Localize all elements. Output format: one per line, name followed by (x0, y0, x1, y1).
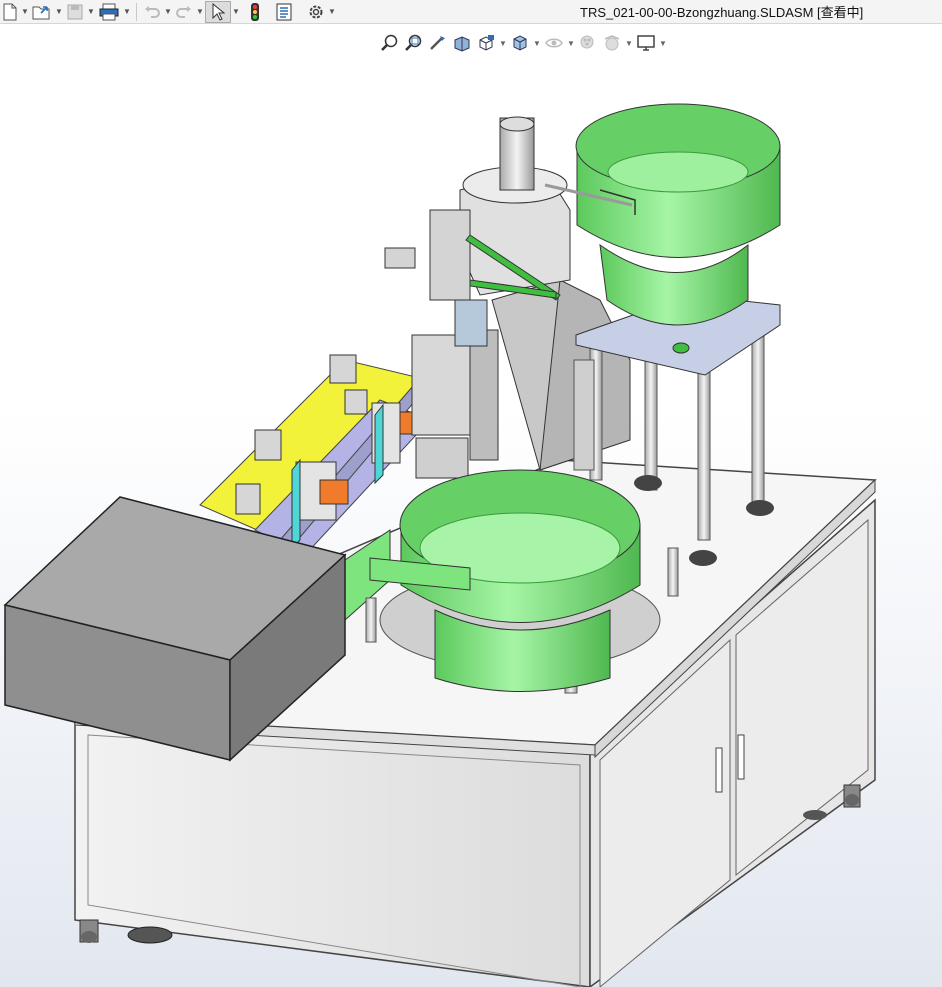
rebuild-traffic-light-icon (251, 2, 259, 21)
options-dropdown[interactable]: ▼ (327, 1, 337, 23)
new-document-dropdown[interactable]: ▼ (20, 1, 30, 23)
document-title: TRS_021-00-00-Bzongzhuang.SLDASM [查看中] (580, 5, 864, 20)
file-properties-button[interactable] (273, 1, 295, 23)
leveling-foot (634, 475, 662, 491)
new-document-icon (3, 3, 17, 20)
redo-icon (176, 5, 191, 18)
print-icon (99, 3, 119, 20)
main-toolbar: ▼ ▼ ▼ ▼ ▼ ▼ ▼ ▼ TRS_021-00-00-Bzongzhuan… (0, 0, 942, 24)
open-dropdown[interactable]: ▼ (54, 1, 64, 23)
toolbar-separator (136, 2, 137, 21)
new-document-button[interactable] (0, 1, 20, 23)
caster-wheel (843, 784, 861, 808)
redo-button[interactable] (173, 1, 195, 23)
leveling-foot (689, 550, 717, 566)
caster-wheel (127, 926, 173, 944)
options-button[interactable] (305, 1, 327, 23)
options-gear-icon (309, 5, 323, 18)
print-button[interactable] (96, 1, 122, 23)
save-button[interactable] (64, 1, 86, 23)
save-icon (67, 4, 83, 19)
graphics-area[interactable]: ▼ ▼ ▼ ▼ ▼ (0, 24, 942, 987)
select-dropdown[interactable]: ▼ (231, 1, 241, 23)
select-pointer-icon (212, 2, 225, 21)
open-folder-icon (32, 5, 50, 19)
select-button[interactable] (205, 0, 231, 23)
open-button[interactable] (30, 1, 54, 23)
caster-wheel (803, 810, 827, 820)
print-dropdown[interactable]: ▼ (122, 1, 132, 23)
undo-dropdown[interactable]: ▼ (163, 1, 173, 23)
undo-button[interactable] (141, 1, 163, 23)
file-properties-icon (276, 3, 292, 20)
redo-dropdown[interactable]: ▼ (195, 1, 205, 23)
leveling-foot (746, 500, 774, 516)
save-dropdown[interactable]: ▼ (86, 1, 96, 23)
undo-icon (145, 5, 160, 18)
assembly-model[interactable] (0, 24, 942, 987)
caster-wheel (79, 919, 99, 943)
rebuild-button[interactable] (247, 1, 263, 23)
